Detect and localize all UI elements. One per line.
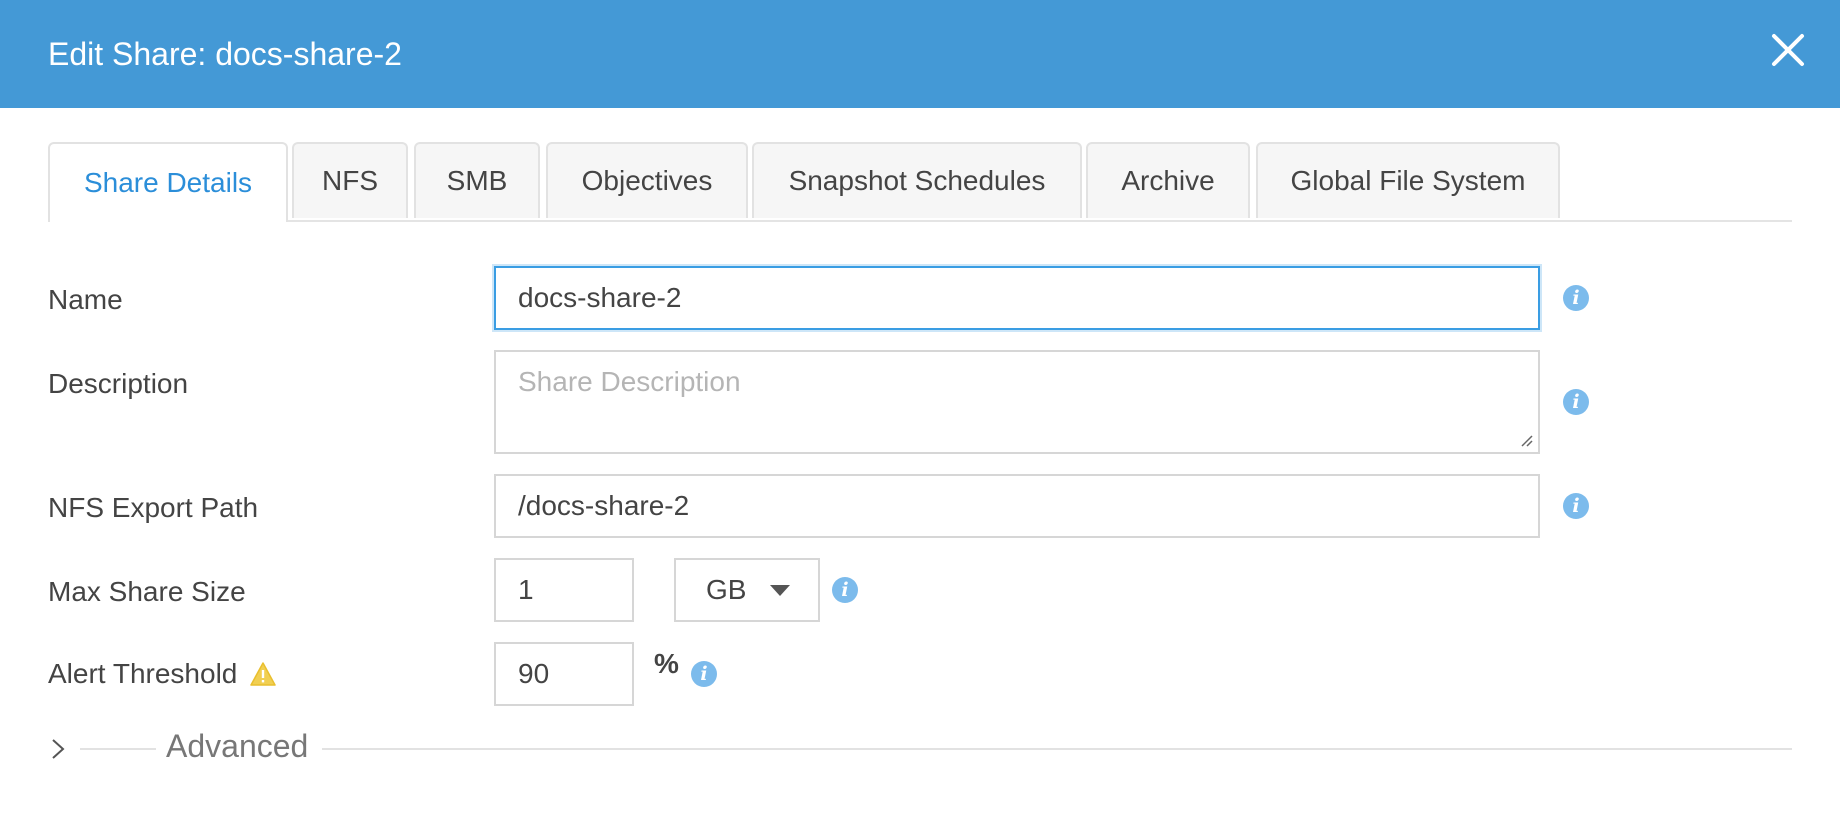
alert-threshold-input[interactable] [494,642,634,706]
name-label: Name [48,280,123,320]
tab-global-file-system[interactable]: Global File System [1256,142,1560,218]
close-icon[interactable] [1770,32,1806,68]
warning-icon [250,662,277,686]
info-icon[interactable]: i [1563,493,1589,519]
percent-unit: % [654,648,679,679]
max-share-size-input[interactable] [494,558,634,622]
chevron-right-icon[interactable] [50,738,66,760]
tab-snapshot-schedules[interactable]: Snapshot Schedules [752,142,1082,218]
dialog-header: Edit Share: docs-share-2 [0,0,1840,108]
tab-label: Snapshot Schedules [788,165,1046,196]
advanced-divider-left [80,748,156,750]
tab-nfs[interactable]: NFS [292,142,408,218]
size-unit-value: GB [706,574,747,605]
tab-archive[interactable]: Archive [1086,142,1250,218]
tab-share-details[interactable]: Share Details [48,142,288,222]
tab-label: Archive [1121,165,1215,196]
nfs-export-path-label: NFS Export Path [48,488,258,528]
nfs-export-path-label-text: NFS Export Path [48,492,259,523]
size-unit-select[interactable]: GB [674,558,820,622]
caret-down-icon [770,584,791,596]
advanced-divider-right [322,748,1792,750]
description-textarea[interactable] [494,350,1540,454]
tab-label: SMB [446,165,508,196]
tab-label: Global File System [1290,165,1526,196]
tab-objectives[interactable]: Objectives [546,142,748,218]
info-icon[interactable]: i [832,577,858,603]
max-share-size-label: Max Share Size [48,572,246,612]
tab-smb[interactable]: SMB [414,142,540,218]
advanced-section: Advanced [48,728,1792,768]
tab-bar: Share Details NFS SMB Objectives Snapsho… [48,142,1792,222]
tab-label: Share Details [83,167,253,198]
info-icon[interactable]: i [1563,389,1589,415]
max-share-size-label-text: Max Share Size [48,576,246,607]
alert-threshold-label-text: Alert Threshold [48,658,238,689]
tab-label: NFS [322,165,378,196]
description-label: Description [48,364,188,404]
name-input[interactable] [494,266,1540,330]
description-label-text: Description [48,368,189,399]
nfs-export-path-input[interactable] [494,474,1540,538]
advanced-toggle[interactable]: Advanced [166,728,308,765]
alert-threshold-label: Alert Threshold [48,654,277,694]
name-label-text: Name [48,284,123,315]
info-icon[interactable]: i [691,661,717,687]
dialog-title: Edit Share: docs-share-2 [48,35,402,72]
info-icon[interactable]: i [1563,285,1589,311]
tab-label: Objectives [581,165,713,196]
resize-grip-icon[interactable] [1518,432,1534,448]
